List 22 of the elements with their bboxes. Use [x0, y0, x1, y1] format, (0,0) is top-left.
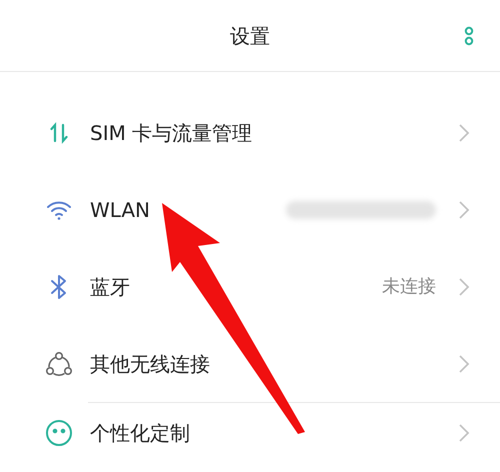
- connection-nodes-icon: [45, 350, 73, 376]
- chevron-right-icon: [458, 122, 470, 142]
- page-title: 设置: [230, 22, 270, 50]
- row-label: 蓝牙: [90, 274, 131, 300]
- settings-row[interactable]: SIM 卡与流量管理: [0, 94, 500, 171]
- settings-row[interactable]: 个性化定制: [0, 411, 500, 455]
- chevron-right-icon: [458, 423, 470, 443]
- more-options-icon[interactable]: [464, 26, 474, 46]
- row-label: SIM 卡与流量管理: [90, 120, 254, 146]
- bluetooth-icon: [49, 274, 69, 300]
- chevron-right-icon: [458, 200, 470, 220]
- chevron-right-icon: [458, 276, 470, 296]
- row-label: 个性化定制: [90, 420, 191, 447]
- row-label: 其他无线连接: [90, 350, 211, 378]
- wifi-icon: [46, 198, 72, 220]
- settings-row[interactable]: 其他无线连接: [0, 325, 500, 402]
- chevron-right-icon: [458, 354, 470, 374]
- settings-row[interactable]: 蓝牙 未连接: [0, 248, 500, 325]
- row-label: WLAN: [90, 196, 152, 224]
- smiley-icon: [45, 419, 73, 447]
- row-value: 未连接: [382, 275, 436, 299]
- settings-row[interactable]: WLAN: [0, 171, 500, 248]
